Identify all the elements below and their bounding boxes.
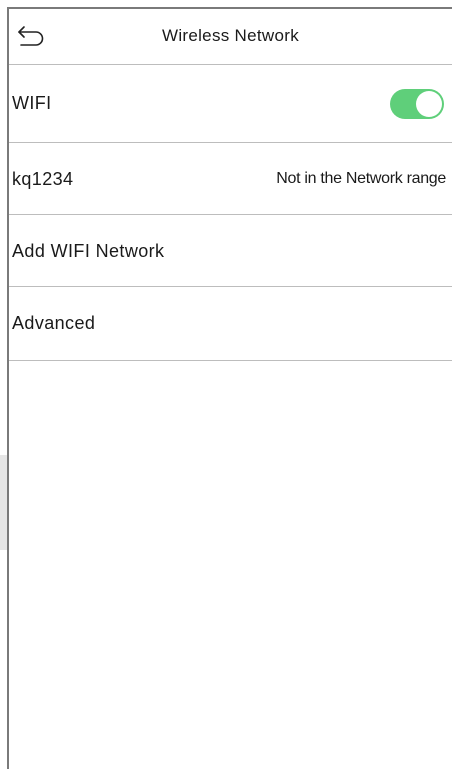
header-bar: Wireless Network <box>9 9 452 65</box>
screen-frame: Wireless Network WIFI kq1234 Not in the … <box>7 7 452 769</box>
wifi-toggle-switch[interactable] <box>390 89 444 119</box>
toggle-knob <box>416 91 442 117</box>
page-title: Wireless Network <box>161 26 300 45</box>
network-item-kq1234[interactable]: kq1234 Not in the Network range <box>9 143 452 215</box>
add-wifi-network-item[interactable]: Add WIFI Network <box>9 215 452 287</box>
network-ssid: kq1234 <box>12 169 74 189</box>
add-wifi-network-label: Add WIFI Network <box>12 241 165 261</box>
advanced-item[interactable]: Advanced <box>9 287 452 361</box>
network-status: Not in the Network range <box>276 170 446 187</box>
wifi-label: WIFI <box>12 93 52 113</box>
wifi-toggle-row[interactable]: WIFI <box>9 65 452 143</box>
edge-shadow <box>0 455 7 550</box>
advanced-label: Advanced <box>12 313 96 333</box>
